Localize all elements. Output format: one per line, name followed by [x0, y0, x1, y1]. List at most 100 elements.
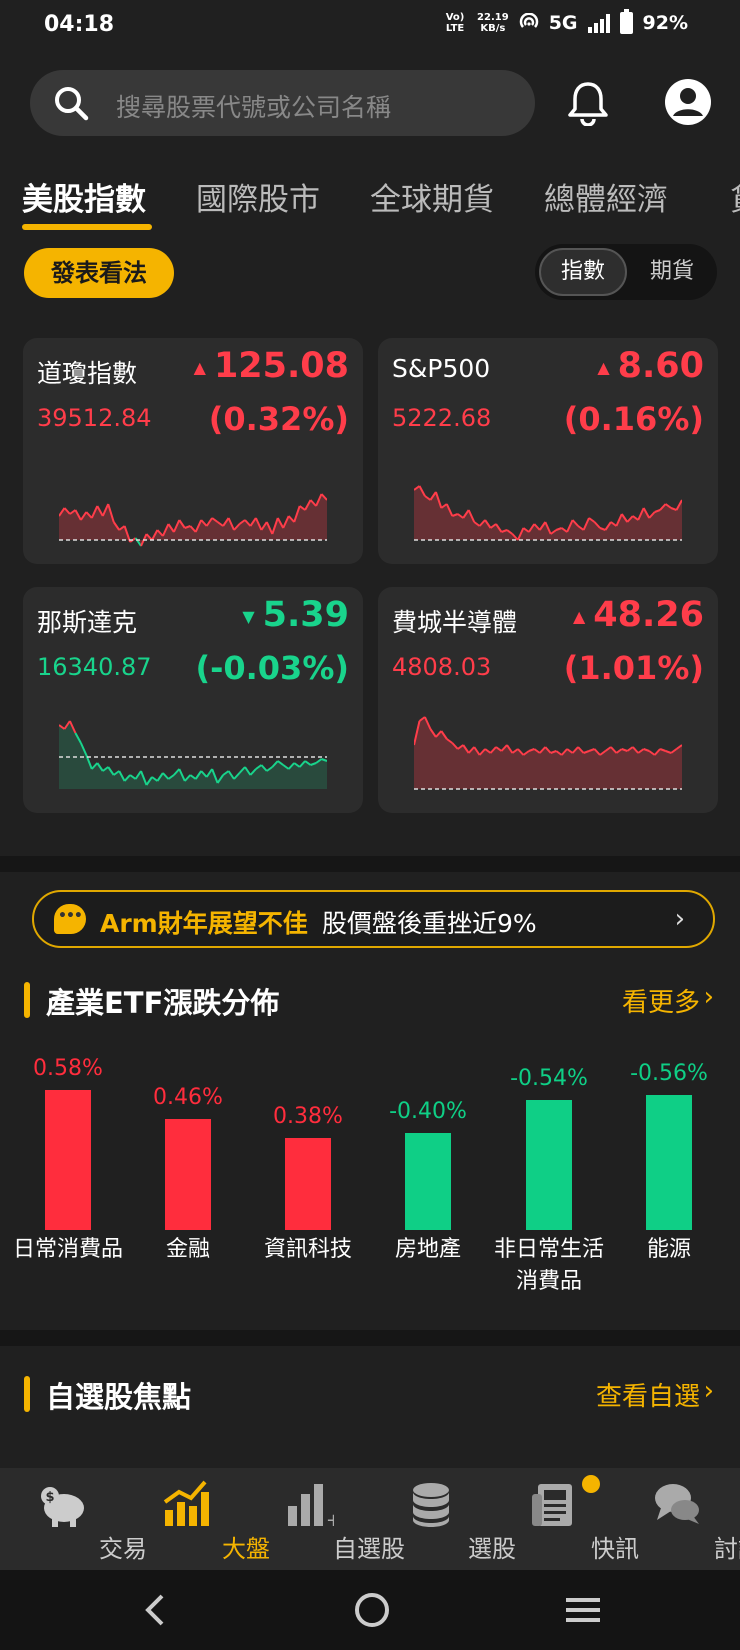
post-opinion-button[interactable]: 發表看法 — [24, 248, 174, 298]
etf-bar — [526, 1100, 572, 1230]
chat-bubble-icon — [54, 904, 86, 934]
chevron-right-icon: › — [674, 904, 685, 934]
chevron-right-icon[interactable]: › — [704, 1376, 714, 1406]
volte-indicator: Vo) LTE — [445, 12, 465, 34]
search-placeholder: 搜尋股票代號或公司名稱 — [116, 93, 392, 122]
etf-bar-group[interactable]: -0.40% 房地產 — [368, 1050, 488, 1310]
etf-bar-group[interactable]: -0.56% 能源 — [609, 1050, 729, 1310]
tab-us-indices[interactable]: 美股指數 — [22, 174, 146, 219]
sparkline — [414, 716, 682, 790]
section-divider — [0, 1330, 740, 1346]
index-percent: (0.16%) — [563, 400, 704, 438]
index-card-sp500[interactable]: S&P500 ▲ 8.60 5222.68 (0.16%) — [378, 338, 718, 564]
etf-bar-group[interactable]: -0.54% 非日常生活 消費品 — [489, 1050, 609, 1310]
index-change: ▲ 125.08 — [193, 346, 349, 386]
etf-value-label: -0.54% — [510, 1066, 588, 1091]
index-price: 4808.03 — [392, 653, 492, 681]
index-name: 那斯達克 — [37, 608, 138, 637]
sparkline — [59, 493, 327, 547]
news-highlight: Arm財年展望不佳 — [100, 909, 308, 938]
etf-bar — [45, 1090, 91, 1230]
nav-market[interactable]: 大盤 — [123, 1468, 270, 1570]
section-accent-bar — [24, 1376, 30, 1412]
nav-discuss[interactable]: 討論 — [615, 1468, 740, 1570]
bar-chart-icon — [163, 1480, 209, 1526]
etf-category-label: 金融 — [165, 1237, 210, 1262]
etf-category-label: 非日常生活 消費品 — [493, 1237, 604, 1294]
signal-icon — [587, 13, 610, 33]
etf-bar-group[interactable]: 0.46% 金融 — [128, 1050, 248, 1310]
bottom-nav: $ 交易 大盤 + 自選股 選股 快訊 討論 — [0, 1468, 740, 1570]
back-icon[interactable] — [140, 1590, 170, 1630]
etf-section-title: 產業ETF漲跌分佈 — [46, 986, 280, 1020]
sparkline — [414, 485, 682, 541]
svg-text:$: $ — [45, 1490, 54, 1505]
svg-text:+: + — [326, 1510, 334, 1530]
index-name: S&P500 — [392, 354, 491, 383]
etf-value-label: -0.40% — [389, 1099, 467, 1124]
etf-bar-chart: 0.58% 日常消費品 0.46% 金融 0.38% 資訊科技 -0.40% 房地產 -0.54… — [0, 1050, 740, 1310]
index-card-sox[interactable]: 費城半導體 ▲ 48.26 4808.03 (1.01%) — [378, 587, 718, 813]
database-icon — [413, 1483, 449, 1527]
etf-bar — [165, 1119, 211, 1230]
piggy-bank-icon: $ — [41, 1487, 84, 1527]
account-icon[interactable] — [664, 78, 712, 126]
etf-value-label: 0.58% — [33, 1056, 103, 1081]
nav-screener[interactable]: 選股 — [369, 1468, 516, 1570]
nav-label: 討論 — [714, 1535, 740, 1563]
nav-trade[interactable]: $ 交易 — [0, 1468, 147, 1570]
watchlist-section-title: 自選股焦點 — [46, 1380, 192, 1414]
etf-bar-group[interactable]: 0.38% 資訊科技 — [248, 1050, 368, 1310]
tab-global-futures[interactable]: 全球期貨 — [370, 174, 494, 219]
index-change: ▲ 8.60 — [597, 346, 704, 386]
index-change: ▲ 48.26 — [572, 595, 704, 635]
toggle-index[interactable]: 指數 — [539, 248, 627, 296]
etf-bar — [646, 1095, 692, 1230]
index-price: 16340.87 — [37, 653, 152, 681]
section-accent-bar — [24, 982, 30, 1018]
index-price: 39512.84 — [37, 404, 152, 432]
news-text: 股價盤後重挫近9% — [322, 909, 537, 938]
index-card-nasdaq[interactable]: 那斯達克 ▼ 5.39 16340.87 (-0.03%) — [23, 587, 363, 813]
index-name: 道瓊指數 — [37, 359, 138, 388]
recents-icon[interactable] — [564, 1592, 602, 1628]
down-arrow-icon: ▼ — [242, 606, 255, 626]
etf-more-link[interactable]: 看更多 — [622, 982, 700, 1019]
index-card-dow[interactable]: 道瓊指數 ▲ 125.08 39512.84 (0.32%) — [23, 338, 363, 564]
up-arrow-icon: ▲ — [572, 606, 586, 626]
nav-watchlist[interactable]: + 自選股 — [246, 1468, 405, 1570]
tab-macro[interactable]: 總體經濟 — [544, 174, 668, 219]
watchlist-icon: + — [288, 1484, 334, 1530]
bell-icon[interactable] — [566, 80, 610, 126]
system-nav-bar — [0, 1570, 740, 1650]
status-time: 04:18 — [44, 12, 115, 37]
sparkline-area — [59, 721, 327, 789]
up-arrow-icon: ▲ — [193, 357, 206, 377]
hotspot-icon — [519, 13, 538, 28]
toggle-futures[interactable]: 期貨 — [631, 248, 713, 296]
battery-icon — [619, 9, 633, 34]
etf-category-label: 能源 — [646, 1237, 691, 1262]
network-speed: 22.19 KB/s — [477, 12, 509, 34]
status-icons: Vo) LTE 22.19 KB/s 5G 92% — [443, 9, 688, 34]
tab-next[interactable]: 貨 — [730, 174, 740, 219]
chevron-right-icon[interactable]: › — [704, 982, 714, 1012]
market-tabs: 美股指數 國際股市 全球期貨 總體經濟 貨 — [0, 170, 740, 230]
home-icon[interactable] — [352, 1590, 392, 1630]
news-banner[interactable]: Arm財年展望不佳 股價盤後重挫近9% › — [32, 890, 715, 948]
index-percent: (1.01%) — [563, 649, 704, 687]
etf-category-label: 房地產 — [394, 1237, 461, 1262]
etf-bar-group[interactable]: 0.58% 日常消費品 — [8, 1050, 128, 1310]
index-name: 費城半導體 — [392, 608, 518, 637]
battery-level: 92% — [642, 12, 688, 34]
search-bar[interactable]: 搜尋股票代號或公司名稱 — [30, 70, 535, 136]
index-price: 5222.68 — [392, 404, 492, 432]
tab-international[interactable]: 國際股市 — [196, 174, 320, 219]
active-tab-indicator — [22, 224, 152, 230]
index-percent: (-0.03%) — [195, 649, 349, 687]
view-watchlist-link[interactable]: 查看自選 — [596, 1376, 700, 1413]
chat-icon — [655, 1484, 699, 1524]
sparkline — [59, 720, 327, 789]
index-change: ▼ 5.39 — [242, 595, 349, 635]
newspaper-icon — [532, 1484, 572, 1526]
